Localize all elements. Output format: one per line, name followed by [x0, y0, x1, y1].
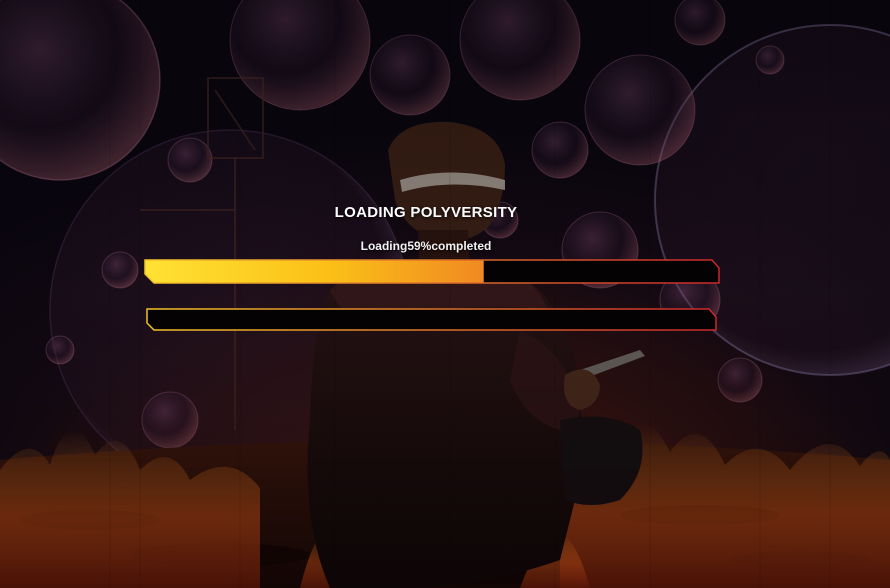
- status-suffix: %completed: [420, 239, 492, 253]
- progress-bar: [144, 259, 720, 284]
- progress-fill: [145, 260, 484, 283]
- status-prefix: Loading: [360, 239, 408, 253]
- loading-status: Loading59%completed: [0, 239, 852, 253]
- loading-overlay: LOADING POLYVERSITY Loading59%completed: [0, 0, 890, 588]
- loading-title: LOADING POLYVERSITY: [334, 204, 518, 221]
- secondary-bar-track: [146, 308, 717, 331]
- secondary-bar-frame: [146, 308, 717, 331]
- progress-percent-value: 59: [407, 239, 421, 253]
